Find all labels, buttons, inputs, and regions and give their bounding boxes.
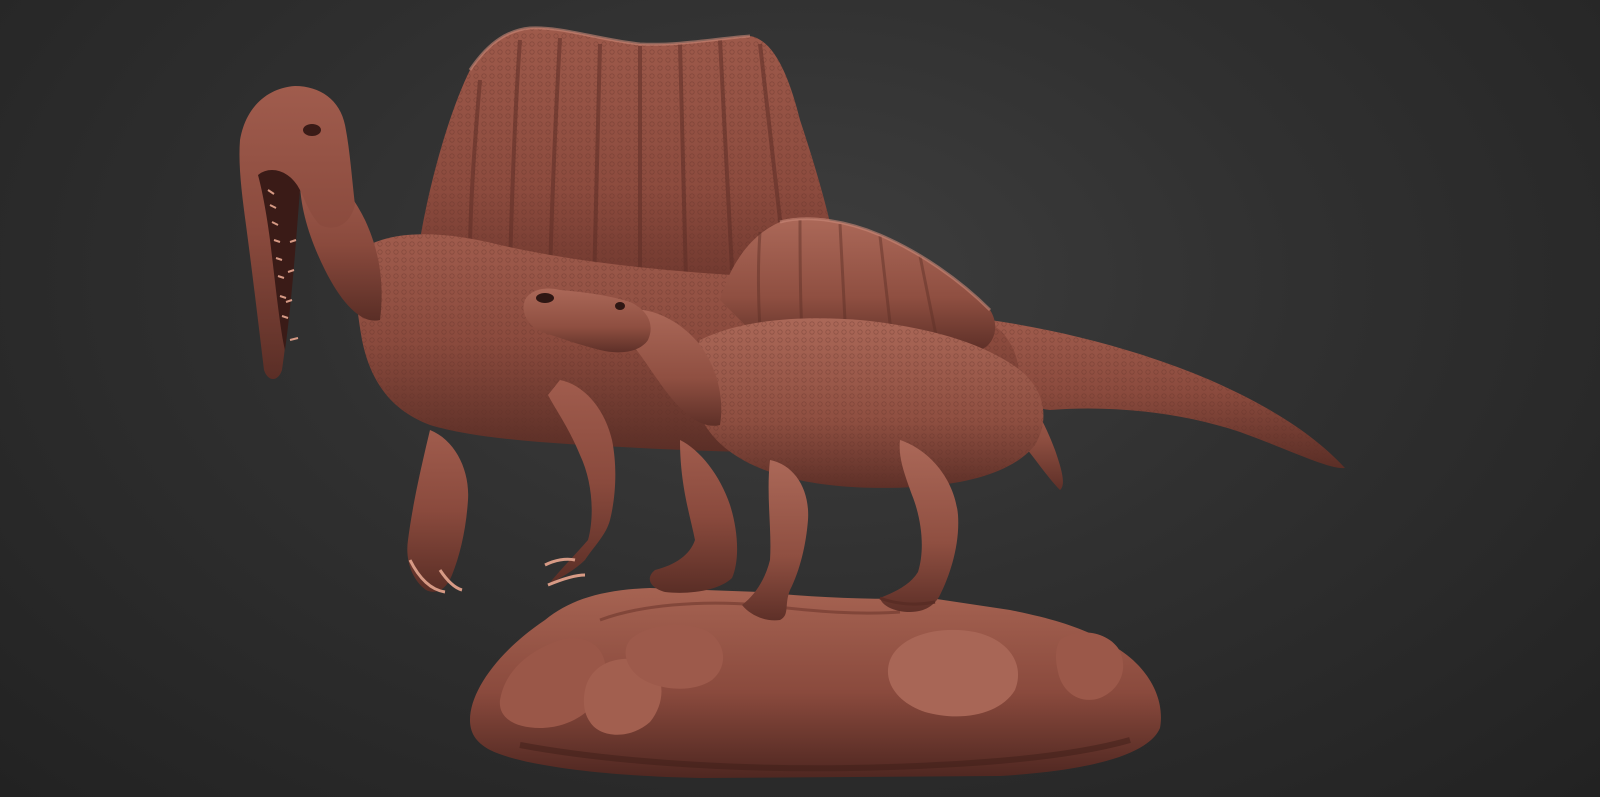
nostril bbox=[536, 293, 554, 303]
sculpt-render bbox=[239, 26, 1345, 778]
viewport[interactable] bbox=[0, 0, 1600, 797]
eye bbox=[303, 124, 321, 136]
rock-base bbox=[470, 588, 1161, 778]
eye bbox=[615, 302, 625, 310]
